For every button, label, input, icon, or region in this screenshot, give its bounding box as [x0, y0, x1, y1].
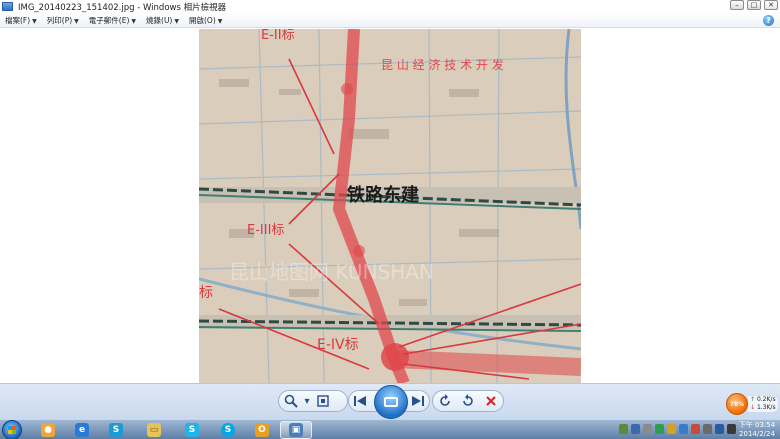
file-explorer-icon[interactable]: ▭: [138, 421, 170, 439]
game-app-icon[interactable]: ●: [32, 421, 64, 439]
edit-group: [432, 390, 504, 412]
delete-icon[interactable]: [484, 393, 499, 409]
tray-app-icon[interactable]: [667, 424, 676, 434]
tray-app-icon[interactable]: [655, 424, 664, 434]
zoom-group: ▾: [278, 390, 348, 412]
menu-bar: 檔案(F) ▼ 列印(P) ▼ 電子郵件(E) ▼ 燒錄(U) ▼ 開啟(O) ▼ ?: [0, 13, 780, 28]
rotate-clockwise-icon[interactable]: [460, 393, 475, 409]
map-photo: 昆 山 经 济 技 术 开 发 铁路东建 E-II标 E-III标 E-IV标 …: [199, 29, 581, 383]
minimize-button[interactable]: –: [730, 0, 744, 10]
menu-burn[interactable]: 燒錄(U) ▼: [141, 15, 184, 26]
window-controls: – □ ✕: [730, 0, 778, 10]
network-speed-widget[interactable]: 78% ↑ 0.2K/s ↓ 1.3K/s: [726, 393, 778, 417]
start-button[interactable]: [2, 420, 22, 439]
watermark: 昆山地图网 KUNSHAN: [229, 260, 434, 284]
menu-file[interactable]: 檔案(F) ▼: [0, 15, 42, 26]
actual-size-icon[interactable]: [315, 393, 331, 409]
next-icon[interactable]: [410, 393, 425, 409]
image-viewport[interactable]: 昆 山 经 济 技 术 开 发 铁路东建 E-II标 E-III标 E-IV标 …: [0, 29, 780, 383]
network-rates: ↑ 0.2K/s ↓ 1.3K/s: [748, 396, 778, 412]
chevron-down-icon: ▼: [174, 17, 179, 25]
previous-icon[interactable]: [353, 393, 368, 409]
window-title: IMG_20140223_151402.jpg - Windows 相片檢視器: [18, 2, 227, 13]
network-percent: 78%: [726, 393, 748, 415]
e2-label: E-II标: [261, 29, 295, 43]
rotate-counterclockwise-icon[interactable]: [437, 393, 452, 409]
menu-print[interactable]: 列印(P) ▼: [42, 15, 84, 26]
tray-app-icon[interactable]: [691, 424, 700, 434]
tray-app-icon[interactable]: [643, 424, 652, 434]
title-bar: IMG_20140223_151402.jpg - Windows 相片檢視器 …: [0, 0, 780, 13]
e4-label: E-IV标: [317, 337, 359, 353]
chevron-down-icon: ▼: [74, 17, 79, 25]
slideshow-icon: [384, 397, 398, 407]
tray-app-icon[interactable]: [631, 424, 640, 434]
slideshow-button[interactable]: [374, 385, 408, 419]
internet-explorer-icon[interactable]: e: [66, 421, 98, 439]
chevron-down-icon: ▼: [32, 17, 37, 25]
e1-label: 标: [199, 285, 213, 301]
chevron-down-icon[interactable]: ▾: [303, 393, 311, 409]
clock-time: 下午 03:54: [738, 421, 776, 429]
help-icon[interactable]: ?: [763, 15, 774, 26]
upload-rate: 0.2K/s: [756, 396, 776, 403]
zone-label: 昆 山 经 济 技 术 开 发: [381, 57, 504, 72]
tray-app-icon[interactable]: [679, 424, 688, 434]
close-button[interactable]: ✕: [764, 0, 778, 10]
network-icon[interactable]: [715, 424, 724, 434]
upload-arrow-icon: ↑: [750, 396, 756, 403]
menu-email[interactable]: 電子郵件(E) ▼: [84, 15, 141, 26]
menu-open[interactable]: 開啟(O) ▼: [184, 15, 227, 26]
photo-viewer-icon: [2, 2, 13, 11]
clock-date: 2014/2/24: [739, 430, 775, 438]
outlook-icon[interactable]: O: [246, 421, 278, 439]
download-rate: 1.3K/s: [756, 404, 776, 411]
sogou-input-icon[interactable]: S: [176, 421, 208, 439]
control-bar: ▾: [0, 383, 780, 419]
sogou-browser-icon[interactable]: S: [100, 421, 132, 439]
magnifier-icon[interactable]: [283, 393, 299, 409]
tray-app-icon[interactable]: [703, 424, 712, 434]
tray-app-icon[interactable]: [619, 424, 628, 434]
volume-icon[interactable]: [727, 424, 736, 434]
clock[interactable]: 下午 03:54 2014/2/24: [738, 421, 776, 439]
chevron-down-icon: ▼: [217, 17, 223, 25]
railway-label: 铁路东建: [347, 184, 419, 206]
download-arrow-icon: ↓: [750, 404, 756, 411]
skype-icon[interactable]: S: [212, 421, 244, 439]
map-image: 昆 山 经 济 技 术 开 发 铁路东建 E-II标 E-III标 E-IV标 …: [199, 29, 581, 383]
chevron-down-icon: ▼: [131, 17, 137, 25]
e3-label: E-III标: [247, 223, 284, 238]
taskbar: ● e S ▭ S S O ▣ 下午 03:54 2014/2/24: [0, 419, 780, 439]
maximize-button[interactable]: □: [747, 0, 761, 10]
photo-viewer-task-icon[interactable]: ▣: [280, 421, 312, 439]
system-tray: [619, 424, 736, 434]
